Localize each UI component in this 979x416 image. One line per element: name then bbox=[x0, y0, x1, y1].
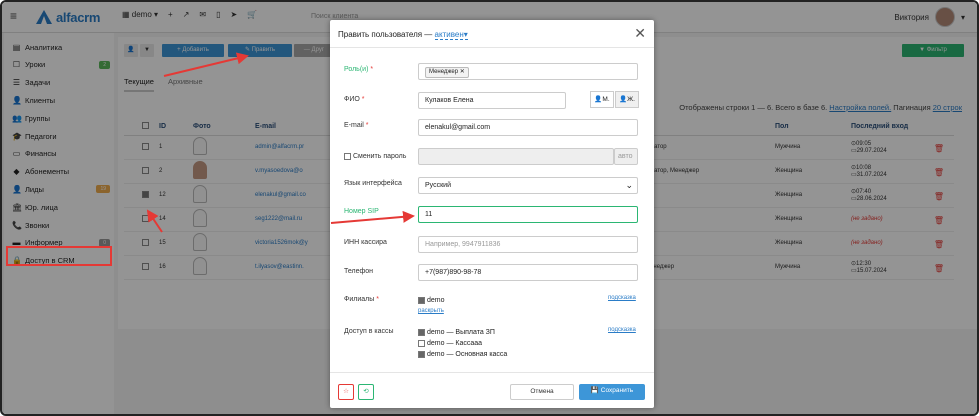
arrow-to-edit-button bbox=[163, 52, 249, 77]
app-frame: ≡ alfacrm ▦ demo ▾ + ↗ ✉ ▯ ➤ 🛒 Поиск кли… bbox=[0, 0, 979, 416]
arrow-to-checkbox bbox=[146, 209, 163, 233]
arrow-to-sip-input bbox=[330, 210, 415, 224]
annotation-arrows bbox=[146, 52, 415, 233]
